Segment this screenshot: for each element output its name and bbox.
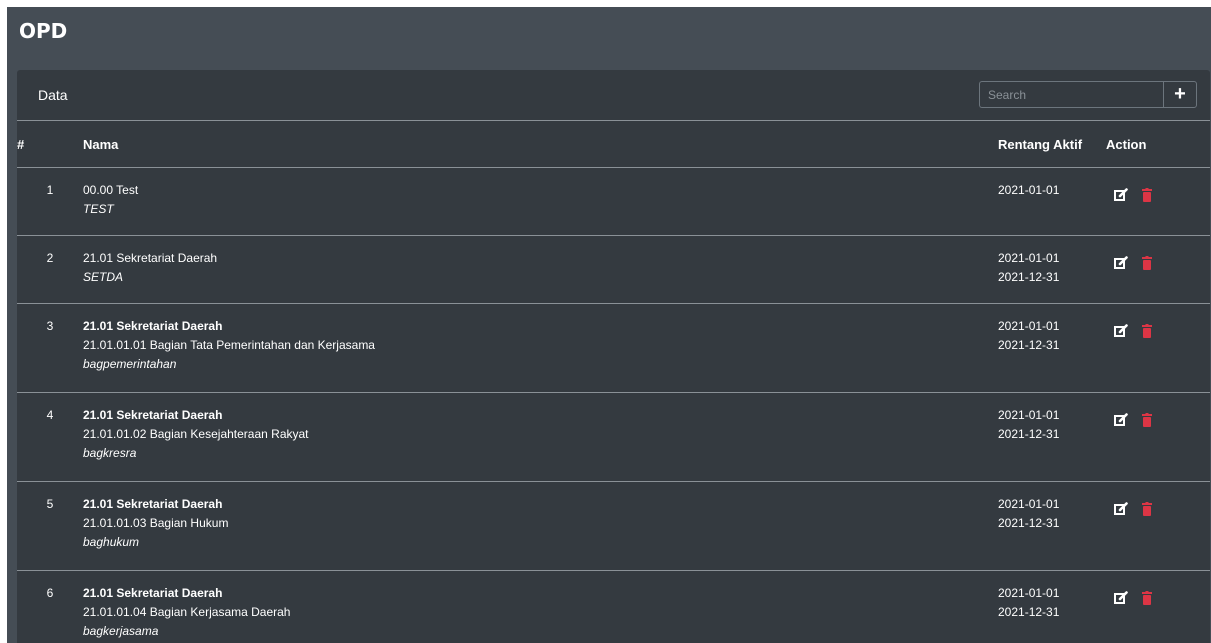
row-name-line2: 21.01.01.01 Bagian Tata Pemerintahan dan… [83,338,375,352]
edit-icon[interactable] [1114,324,1128,338]
row-start-date: 2021-01-01 [998,408,1060,422]
table-row: 5 21.01 Sekretariat Daerah 21.01.01.03 B… [17,481,1210,571]
plus-icon: + [1174,83,1186,105]
search-group: + [979,81,1197,108]
row-number: 5 [46,497,54,511]
search-input[interactable] [979,81,1163,108]
column-header-nama: Nama [83,121,998,168]
row-name-line1: 21.01 Sekretariat Daerah [83,586,223,600]
row-start-date: 2021-01-01 [998,586,1060,600]
row-start-date: 2021-01-01 [998,497,1060,511]
table-row: 2 21.01 Sekretariat Daerah SETDA 2021-01… [17,235,1210,304]
table-row: 6 21.01 Sekretariat Daerah 21.01.01.04 B… [17,570,1210,643]
row-number: 2 [46,251,54,265]
column-header-action: Action [1106,121,1210,168]
opd-table: # Nama Rentang Aktif Action 1 00.00 Test… [17,121,1210,643]
row-end-date: 2021-12-31 [998,516,1060,530]
row-end-date: 2021-12-31 [998,427,1060,441]
row-actions [1106,236,1210,270]
trash-icon[interactable] [1142,256,1152,270]
row-actions [1106,304,1210,338]
edit-icon[interactable] [1114,502,1128,516]
row-start-date: 2021-01-01 [998,319,1060,333]
row-name-line2: 21.01.01.02 Bagian Kesejahteraan Rakyat [83,427,309,441]
edit-icon[interactable] [1114,413,1128,427]
card-title: Data [38,87,68,103]
row-name-line1: 21.01 Sekretariat Daerah [83,497,223,511]
column-header-rentang-aktif: Rentang Aktif [998,121,1106,168]
add-button[interactable]: + [1163,81,1197,108]
row-start-date: 2021-01-01 [998,251,1060,265]
row-number: 6 [46,586,54,600]
row-name-line1: 21.01 Sekretariat Daerah [83,408,223,422]
table-row: 1 00.00 Test TEST 2021-01-01 [17,167,1210,236]
row-name-line1: 21.01 Sekretariat Daerah [83,251,218,265]
row-number: 3 [46,319,54,333]
row-name-line3: bagkerjasama [83,624,159,638]
row-name-line1: 00.00 Test [83,183,139,197]
row-name-line3: bagkresra [83,446,137,460]
row-number: 1 [46,183,54,197]
trash-icon[interactable] [1142,502,1152,516]
row-name-line3: baghukum [83,535,140,549]
table-row: 4 21.01 Sekretariat Daerah 21.01.01.02 B… [17,392,1210,482]
row-start-date: 2021-01-01 [998,183,1060,197]
row-actions [1106,571,1210,605]
table-header-row: # Nama Rentang Aktif Action [17,121,1210,168]
row-end-date: 2021-12-31 [998,338,1060,352]
row-actions [1106,482,1210,516]
column-header-no: # [17,121,83,168]
row-actions [1106,168,1210,202]
edit-icon[interactable] [1114,188,1128,202]
trash-icon[interactable] [1142,324,1152,338]
data-card: Data + # Nama Rentang Aktif Action 1 [17,70,1210,643]
row-name-line1: 21.01 Sekretariat Daerah [83,319,223,333]
row-end-date: 2021-12-31 [998,605,1060,619]
row-name-line3: bagpemerintahan [83,357,177,371]
edit-icon[interactable] [1114,591,1128,605]
trash-icon[interactable] [1142,413,1152,427]
row-name-line2: SETDA [83,270,124,284]
page: OPD Data + # Nama Rentang Aktif Action [7,7,1211,643]
row-name-line2: TEST [83,202,114,216]
card-header: Data + [17,70,1210,121]
row-name-line2: 21.01.01.03 Bagian Hukum [83,516,229,530]
trash-icon[interactable] [1142,591,1152,605]
row-number: 4 [46,408,54,422]
edit-icon[interactable] [1114,256,1128,270]
page-title: OPD [19,19,68,43]
row-end-date: 2021-12-31 [998,270,1060,284]
table-row: 3 21.01 Sekretariat Daerah 21.01.01.01 B… [17,303,1210,393]
row-name-line2: 21.01.01.04 Bagian Kerjasama Daerah [83,605,291,619]
row-actions [1106,393,1210,427]
trash-icon[interactable] [1142,188,1152,202]
